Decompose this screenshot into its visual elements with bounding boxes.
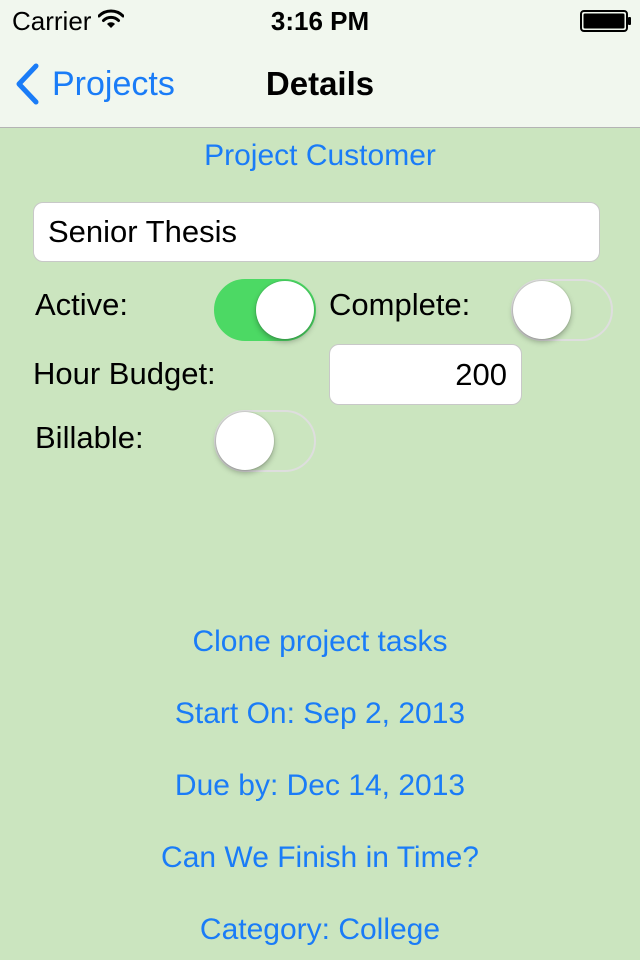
project-customer-button[interactable]: Project Customer (0, 138, 640, 174)
start-date-button[interactable]: Start On: Sep 2, 2013 (0, 696, 640, 732)
can-we-finish-button[interactable]: Can We Finish in Time? (0, 840, 640, 876)
hour-budget-label: Hour Budget: (33, 356, 216, 391)
project-name-field[interactable] (33, 202, 600, 262)
complete-switch[interactable] (511, 279, 613, 341)
active-label: Active: (35, 287, 129, 322)
billable-label: Billable: (35, 420, 144, 455)
active-switch-knob (256, 281, 314, 339)
category-button[interactable]: Category: College (0, 912, 640, 948)
due-date-button[interactable]: Due by: Dec 14, 2013 (0, 768, 640, 804)
billable-switch[interactable] (214, 410, 316, 472)
battery-icon (580, 10, 631, 32)
complete-label: Complete: (329, 287, 471, 322)
status-bar: Carrier 3:16 PM (0, 0, 640, 40)
page-title: Details (265, 65, 375, 102)
complete-switch-knob (513, 281, 571, 339)
active-switch[interactable] (214, 279, 316, 341)
navigation-bar: Projects Details (0, 40, 640, 128)
hour-budget-field[interactable] (329, 344, 522, 405)
status-time: 3:16 PM (270, 6, 370, 36)
clone-project-tasks-button[interactable]: Clone project tasks (0, 624, 640, 660)
billable-switch-knob (216, 412, 274, 470)
